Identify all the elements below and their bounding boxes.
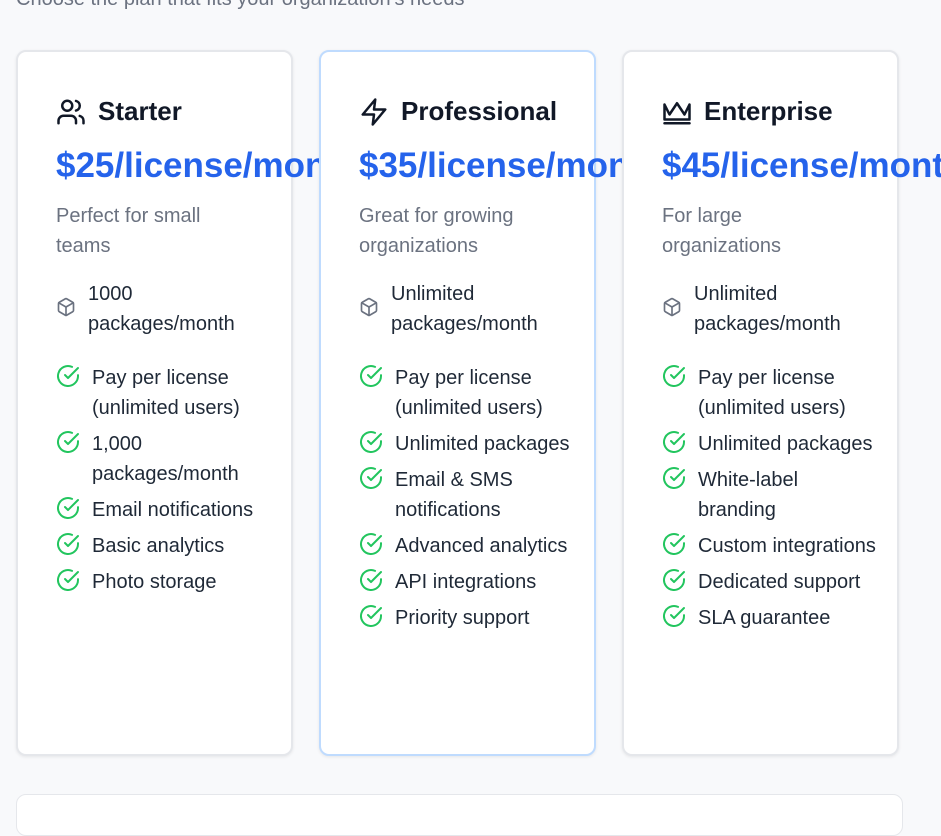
plan-description: Perfect for small teams [56, 205, 201, 257]
check-circle-icon [57, 497, 79, 519]
check-circle-icon [663, 533, 685, 555]
feature-text: Priority support [395, 607, 530, 629]
package-limit: Unlimited packages/month [359, 279, 589, 339]
check-circle-icon [663, 467, 685, 489]
check-circle-icon [360, 467, 382, 489]
plan-name: Enterprise [704, 96, 833, 126]
users-icon [57, 99, 85, 124]
plan-name: Professional [401, 96, 558, 126]
list-item: Photo storage [56, 567, 286, 597]
package-limit-text: 1000 packages/month [88, 283, 235, 335]
list-item: Email notifications [56, 495, 286, 525]
crown-icon [663, 101, 691, 124]
feature-list: Pay per license (unlimited users) Unlimi… [662, 363, 892, 639]
list-item: Unlimited packages [662, 429, 892, 459]
check-circle-icon [663, 569, 685, 591]
feature-text: Pay per license (unlimited users) [698, 367, 846, 419]
list-item: Advanced analytics [359, 531, 589, 561]
plan-card-professional[interactable]: Professional $35/license/month Great for… [319, 50, 662, 756]
list-item: Pay per license (unlimited users) [359, 363, 589, 423]
plan-card-starter[interactable]: Starter $25/license/month Perfect for sm… [16, 50, 359, 756]
feature-text: Pay per license (unlimited users) [395, 367, 543, 419]
package-limit: Unlimited packages/month [662, 279, 892, 339]
feature-text: Email notifications [92, 499, 254, 521]
check-circle-icon [360, 605, 382, 627]
plan-description: Great for growing organizations [359, 205, 514, 257]
package-icon [360, 297, 378, 317]
list-item: API integrations [359, 567, 589, 597]
list-item: Pay per license (unlimited users) [662, 363, 892, 423]
feature-text: Basic analytics [92, 535, 225, 557]
check-circle-icon [57, 533, 79, 555]
list-item: Unlimited packages [359, 429, 589, 459]
package-icon [57, 297, 75, 317]
list-item: Custom integrations [662, 531, 892, 561]
list-item: Email & SMS notifications [359, 465, 589, 525]
check-circle-icon [360, 569, 382, 591]
list-item: Basic analytics [56, 531, 286, 561]
list-item: Dedicated support [662, 567, 892, 597]
check-circle-icon [663, 431, 685, 453]
check-circle-icon [360, 365, 382, 387]
check-circle-icon [57, 365, 79, 387]
feature-text: SLA guarantee [698, 607, 831, 629]
check-circle-icon [360, 431, 382, 453]
plan-header: Professional [359, 96, 557, 127]
package-limit-text: Unlimited packages/month [391, 283, 538, 335]
package-limit: 1000 packages/month [56, 279, 286, 339]
plan-price: $25/license/month [56, 146, 360, 185]
list-item: 1,000 packages/month [56, 429, 286, 489]
list-item: SLA guarantee [662, 603, 892, 633]
list-item: Priority support [359, 603, 589, 633]
feature-text: API integrations [395, 571, 537, 593]
plan-card-enterprise[interactable]: Enterprise $45/license/month For large o… [622, 50, 941, 756]
check-circle-icon [57, 431, 79, 453]
feature-list: Pay per license (unlimited users) Unlimi… [359, 363, 589, 639]
feature-text: Dedicated support [698, 571, 861, 593]
feature-text: Custom integrations [698, 535, 876, 557]
feature-text: Pay per license (unlimited users) [92, 367, 240, 419]
plan-price: $35/license/month [359, 146, 663, 185]
feature-text: Advanced analytics [395, 535, 568, 557]
package-icon [663, 297, 681, 317]
feature-text: 1,000 packages/month [92, 433, 239, 485]
zap-icon [361, 97, 387, 126]
plan-header: Enterprise [662, 96, 833, 127]
feature-text: Email & SMS notifications [395, 469, 513, 521]
page-subtitle: Choose the plan that fits your organizat… [16, 0, 465, 11]
check-circle-icon [663, 365, 685, 387]
feature-text: White-label branding [698, 469, 799, 521]
feature-list: Pay per license (unlimited users) 1,000 … [56, 363, 286, 603]
list-item: White-label branding [662, 465, 892, 525]
plan-name: Starter [98, 96, 182, 126]
check-circle-icon [663, 605, 685, 627]
plan-description: For large organizations [662, 205, 781, 257]
plan-price: $45/license/month [662, 146, 941, 185]
feature-text: Unlimited packages [698, 433, 873, 455]
feature-text: Photo storage [92, 571, 217, 593]
plan-header: Starter [56, 96, 182, 127]
check-circle-icon [360, 533, 382, 555]
bottom-panel [16, 794, 903, 836]
package-limit-text: Unlimited packages/month [694, 283, 841, 335]
feature-text: Unlimited packages [395, 433, 570, 455]
check-circle-icon [57, 569, 79, 591]
list-item: Pay per license (unlimited users) [56, 363, 286, 423]
